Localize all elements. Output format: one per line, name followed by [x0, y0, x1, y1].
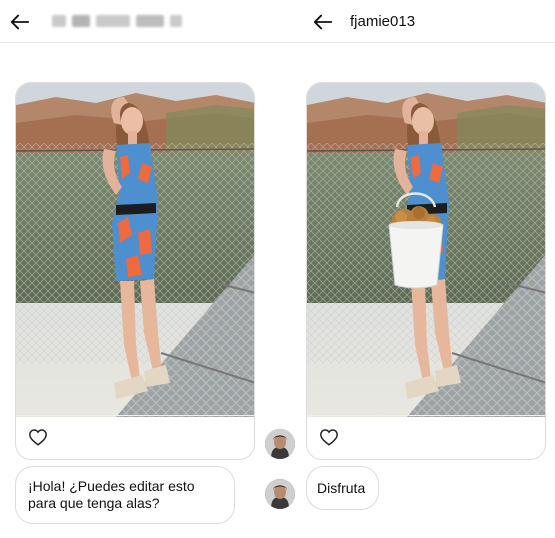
arrow-left-icon[interactable]	[9, 11, 31, 33]
post-photo[interactable]	[307, 83, 545, 417]
post-footer	[307, 415, 545, 459]
redacted-username	[52, 15, 182, 27]
shared-post-card[interactable]	[15, 82, 255, 460]
avatar-icon[interactable]	[265, 429, 295, 459]
heart-outline-icon[interactable]	[319, 428, 339, 446]
chat-username[interactable]: fjamie013	[350, 13, 415, 30]
message-bubble-received: Disfruta	[306, 466, 379, 510]
left-conversation-panel: ¡Hola! ¿Puedes editar esto para que teng…	[0, 0, 295, 538]
right-conversation-panel: fjamie013 Disfruta	[292, 0, 555, 538]
chat-header	[0, 0, 292, 43]
arrow-left-icon[interactable]	[312, 11, 334, 33]
chat-header: fjamie013	[292, 0, 555, 43]
message-bubble-sent: ¡Hola! ¿Puedes editar esto para que teng…	[15, 466, 235, 524]
heart-outline-icon[interactable]	[28, 428, 48, 446]
post-footer	[16, 415, 254, 459]
message-text: Disfruta	[317, 480, 366, 496]
avatar-icon[interactable]	[265, 479, 295, 509]
message-text: ¡Hola! ¿Puedes editar esto para que teng…	[28, 478, 195, 511]
shared-post-card[interactable]	[306, 82, 546, 460]
post-photo[interactable]	[16, 83, 254, 417]
